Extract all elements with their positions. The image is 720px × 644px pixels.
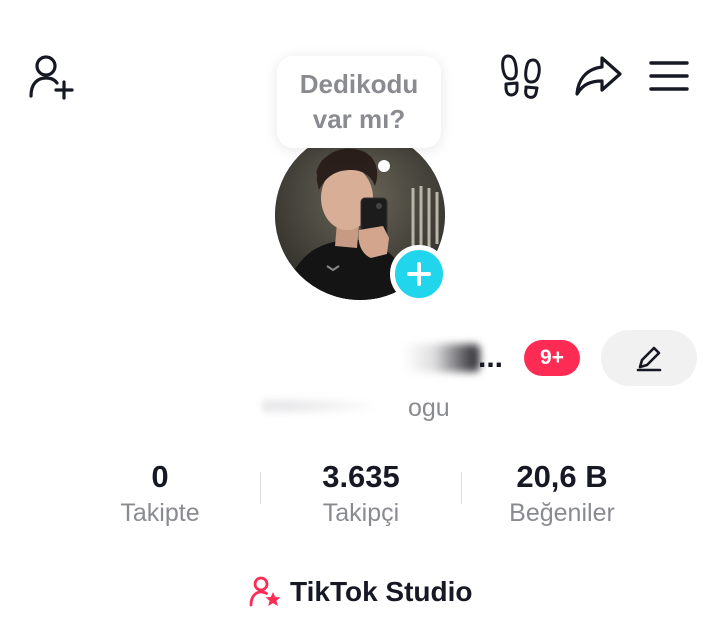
plus-icon [407,262,431,286]
bubble-line-2: var mı? [312,104,406,134]
footprint-button[interactable] [496,50,548,102]
username-obscured [262,394,402,418]
footprint-icon [501,54,541,99]
stat-followers[interactable]: 3.635 Takipçi [261,458,461,530]
status-thought-bubble[interactable]: Dedikodu var mı? [277,56,441,148]
tiktok-studio-link[interactable]: TikTok Studio [248,570,473,614]
share-arrow-icon [575,56,622,96]
creator-star-icon [249,576,281,607]
stat-label: Takipte [120,499,200,527]
bubble-line-1: Dedikodu [299,69,419,99]
edit-profile-button[interactable] [601,330,697,386]
add-story-button[interactable] [390,245,448,303]
notification-badge[interactable]: 9+ [524,340,580,376]
stat-value: 0 [151,459,169,494]
hamburger-menu-icon [649,61,689,91]
stat-label: Beğeniler [509,499,615,527]
profile-page: Dedikodu var mı? ... 9+ ogu 0 Takipte 3.… [0,0,720,644]
display-name: ... [478,341,504,374]
share-button[interactable] [570,50,626,102]
stat-likes[interactable]: 20,6 B Beğeniler [462,458,662,530]
studio-label: TikTok Studio [290,576,473,607]
bubble-tail-dot [378,160,390,172]
pencil-icon [636,346,662,372]
stat-value: 3.635 [322,459,400,494]
stat-value: 20,6 B [516,459,608,494]
menu-button[interactable] [644,50,694,102]
stat-label: Takipçi [322,499,400,527]
add-friend-button[interactable] [26,52,78,104]
username: ogu [408,394,450,422]
stat-following[interactable]: 0 Takipte [60,458,260,530]
person-plus-icon [29,55,74,100]
name-obscured [404,344,480,372]
